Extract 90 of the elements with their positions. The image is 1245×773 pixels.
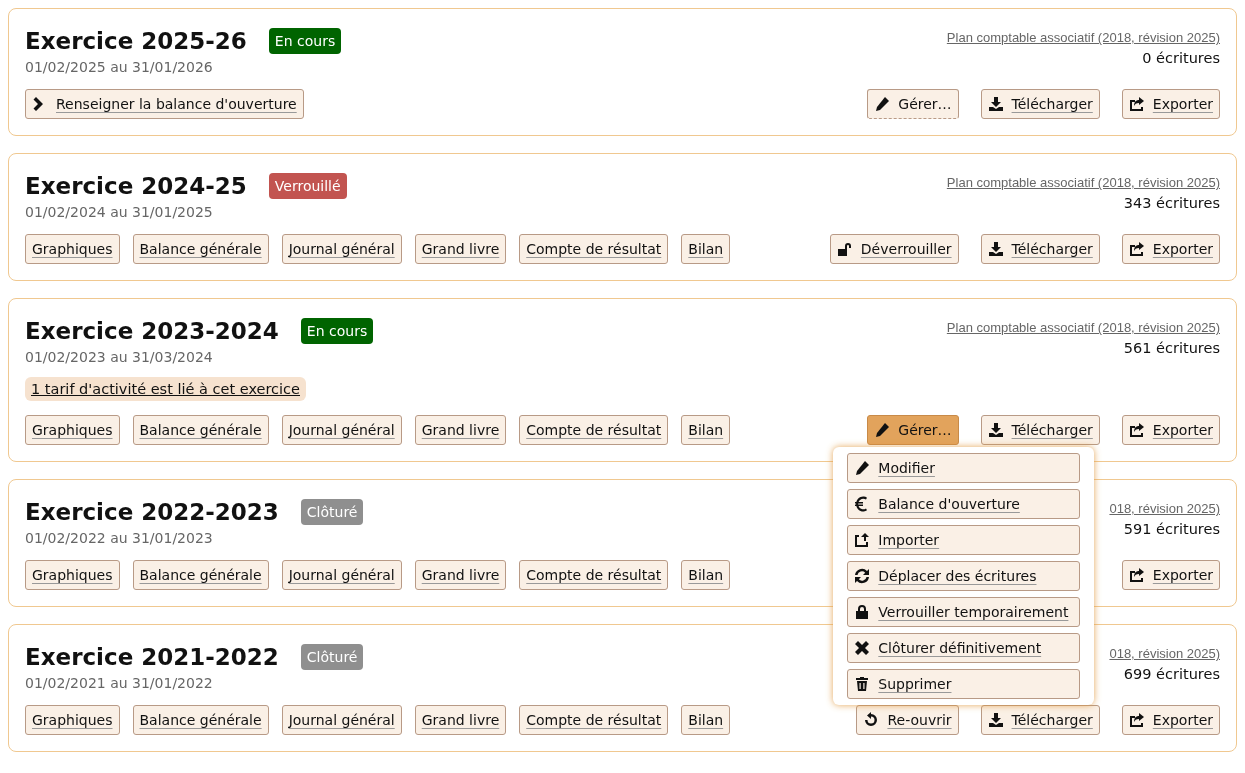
- date-range: 01/02/2023 au 31/03/2024: [25, 349, 214, 365]
- entry-count: 699 écritures: [1123, 666, 1220, 682]
- menu-item[interactable]: Modifier: [847, 453, 1081, 483]
- report-button[interactable]: Graphiques: [25, 234, 120, 264]
- share-icon: [1128, 567, 1145, 583]
- report-button[interactable]: Balance générale: [132, 705, 269, 735]
- entry-count: 0 écritures: [1142, 50, 1220, 66]
- exercise-title: Exercice 2021-2022: [25, 643, 279, 672]
- chart-of-accounts-link[interactable]: Plan comptable associatif (2018, révision 2025): [946, 30, 1220, 45]
- status-badge: En cours: [268, 28, 342, 54]
- download-button[interactable]: Télécharger: [980, 89, 1100, 119]
- menu-item[interactable]: Clôturer définitivement: [847, 633, 1081, 663]
- report-button[interactable]: Balance générale: [132, 560, 269, 590]
- report-button[interactable]: Graphiques: [25, 560, 120, 590]
- export-button[interactable]: Exporter: [1121, 705, 1220, 735]
- menu-item[interactable]: Importer: [847, 525, 1081, 555]
- date-range: 01/02/2021 au 31/01/2022: [25, 675, 214, 691]
- trash-icon: [854, 676, 871, 692]
- report-button[interactable]: Graphiques: [25, 705, 120, 735]
- status-badge: Verrouillé: [268, 173, 347, 199]
- report-button[interactable]: Journal général: [281, 705, 402, 735]
- manage-button[interactable]: Gérer…: [867, 415, 959, 445]
- menu-item[interactable]: Verrouiller temporairement: [847, 597, 1081, 627]
- report-button[interactable]: Bilan: [681, 415, 731, 445]
- report-button[interactable]: Grand livre: [414, 705, 507, 735]
- share-icon: [1128, 712, 1145, 728]
- share-icon: [1128, 96, 1145, 112]
- status-badge: Clôturé: [300, 644, 364, 670]
- menu-item[interactable]: Balance d'ouverture: [847, 489, 1081, 519]
- export-button[interactable]: Exporter: [1121, 415, 1220, 445]
- exercise-title: Exercice 2024-25: [25, 172, 247, 201]
- report-button[interactable]: Compte de résultat: [519, 705, 669, 735]
- unlock-button[interactable]: Déverrouiller: [829, 234, 959, 264]
- date-range: 01/02/2024 au 31/01/2025: [25, 204, 214, 220]
- refresh-icon: [854, 568, 871, 584]
- exercise-title: Exercice 2025-26: [25, 27, 247, 56]
- share-icon: [1128, 241, 1145, 257]
- menu-item[interactable]: Déplacer des écritures: [847, 561, 1081, 591]
- download-icon: [987, 241, 1004, 257]
- export-button[interactable]: Exporter: [1121, 89, 1220, 119]
- date-range: 01/02/2022 au 31/01/2023: [25, 530, 214, 546]
- cross-icon: [854, 640, 871, 656]
- report-button[interactable]: Renseigner la balance d'ouverture: [25, 89, 304, 119]
- report-button[interactable]: Compte de résultat: [519, 234, 669, 264]
- report-button[interactable]: Journal général: [281, 234, 402, 264]
- report-button[interactable]: Journal général: [281, 560, 402, 590]
- menu-item[interactable]: Supprimer: [847, 669, 1081, 699]
- download-icon: [987, 712, 1004, 728]
- entry-count: 561 écritures: [1123, 340, 1220, 356]
- status-badge: Clôturé: [300, 499, 364, 525]
- report-button[interactable]: Grand livre: [414, 560, 507, 590]
- entry-count: 591 écritures: [1123, 521, 1220, 537]
- chart-of-accounts-link[interactable]: Plan comptable associatif (2018, révision 2025): [946, 320, 1220, 335]
- export-button[interactable]: Exporter: [1121, 560, 1220, 590]
- pencil-icon: [874, 96, 891, 112]
- download-button[interactable]: Télécharger: [980, 705, 1100, 735]
- unlocked-padlock-icon: [836, 241, 853, 257]
- report-button[interactable]: Graphiques: [25, 415, 120, 445]
- pencil-icon: [854, 460, 871, 476]
- report-button[interactable]: Balance générale: [132, 415, 269, 445]
- pencil-icon: [874, 422, 891, 438]
- download-button[interactable]: Télécharger: [980, 234, 1100, 264]
- date-range: 01/02/2025 au 31/01/2026: [25, 59, 214, 75]
- report-button[interactable]: Bilan: [681, 234, 731, 264]
- chart-of-accounts-link[interactable]: Plan comptable associatif (2018, révision 2025): [946, 175, 1220, 190]
- reopen-button[interactable]: Re-ouvrir: [856, 705, 959, 735]
- report-button[interactable]: Compte de résultat: [519, 560, 669, 590]
- manage-button[interactable]: Gérer…: [867, 89, 959, 119]
- import-icon: [854, 532, 871, 548]
- circular-arrow-icon: [863, 712, 880, 728]
- report-button[interactable]: Grand livre: [414, 415, 507, 445]
- report-button[interactable]: Bilan: [681, 560, 731, 590]
- export-button[interactable]: Exporter: [1121, 234, 1220, 264]
- download-button[interactable]: Télécharger: [980, 415, 1100, 445]
- report-button[interactable]: Balance générale: [132, 234, 269, 264]
- download-icon: [987, 422, 1004, 438]
- status-badge: En cours: [300, 318, 374, 344]
- report-button[interactable]: Compte de résultat: [519, 415, 669, 445]
- chart-of-accounts-link[interactable]: 018, révision 2025): [1109, 501, 1220, 516]
- exercise-title: Exercice 2023-2024: [25, 317, 279, 346]
- chart-of-accounts-link[interactable]: 018, révision 2025): [1109, 646, 1220, 661]
- report-button[interactable]: Journal général: [281, 415, 402, 445]
- report-button[interactable]: Grand livre: [414, 234, 507, 264]
- exercise-title: Exercice 2022-2023: [25, 498, 279, 527]
- share-icon: [1128, 422, 1145, 438]
- padlock-icon: [854, 604, 871, 620]
- linked-rate-link[interactable]: 1 tarif d'activité est lié à cet exercice: [25, 377, 306, 401]
- download-icon: [987, 96, 1004, 112]
- report-button[interactable]: Bilan: [681, 705, 731, 735]
- entry-count: 343 écritures: [1123, 195, 1220, 211]
